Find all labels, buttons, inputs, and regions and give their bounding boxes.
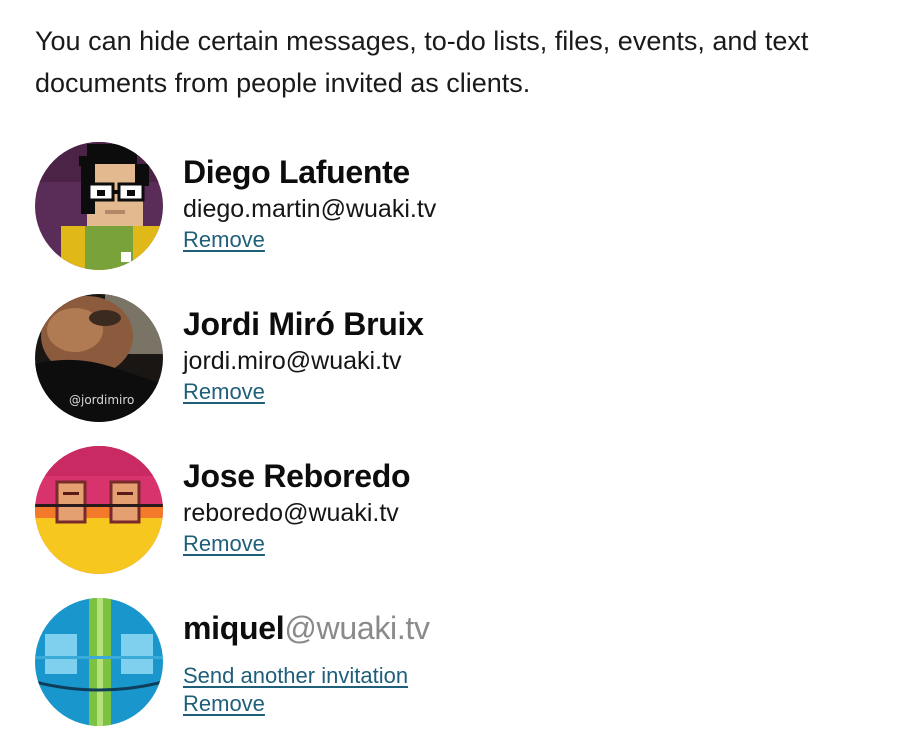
person-email: diego.martin@wuaki.tv [183, 195, 437, 223]
photo-avatar-icon: @jordimiro [35, 294, 163, 422]
person-name: Diego Lafuente [183, 154, 410, 190]
person-domain: @wuaki.tv [284, 610, 430, 646]
person-email: jordi.miro@wuaki.tv [183, 347, 402, 375]
pixel-art-avatar-icon [35, 142, 163, 270]
remove-link[interactable]: Remove [183, 690, 430, 718]
abstract-blue-avatar-icon [35, 598, 163, 726]
person-item-miquel: miquel@wuaki.tv Send another invitation … [35, 598, 875, 728]
remove-link[interactable]: Remove [183, 378, 424, 406]
person-item-jordi: @jordimiro Jordi Miró Bruix jordi.miro@w… [35, 294, 875, 424]
person-name: miquel@wuaki.tv [183, 608, 430, 648]
send-another-invitation-link[interactable]: Send another invitation [183, 662, 430, 690]
person-name: Jose Reboredo [183, 458, 411, 494]
person-username: miquel [183, 610, 285, 646]
remove-link[interactable]: Remove [183, 226, 436, 254]
person-item-jose: Jose Reboredo reboredo@wuaki.tv Remove [35, 446, 875, 576]
person-email: reboredo@wuaki.tv [183, 499, 399, 527]
person-name: Jordi Miró Bruix [183, 306, 424, 342]
person-item-diego: Diego Lafuente diego.martin@wuaki.tv Rem… [35, 142, 875, 272]
intro-text: You can hide certain messages, to-do lis… [35, 26, 809, 98]
avatar-text: @jordimiro [69, 393, 134, 407]
glasses-avatar-icon [35, 446, 163, 574]
remove-link[interactable]: Remove [183, 530, 410, 558]
